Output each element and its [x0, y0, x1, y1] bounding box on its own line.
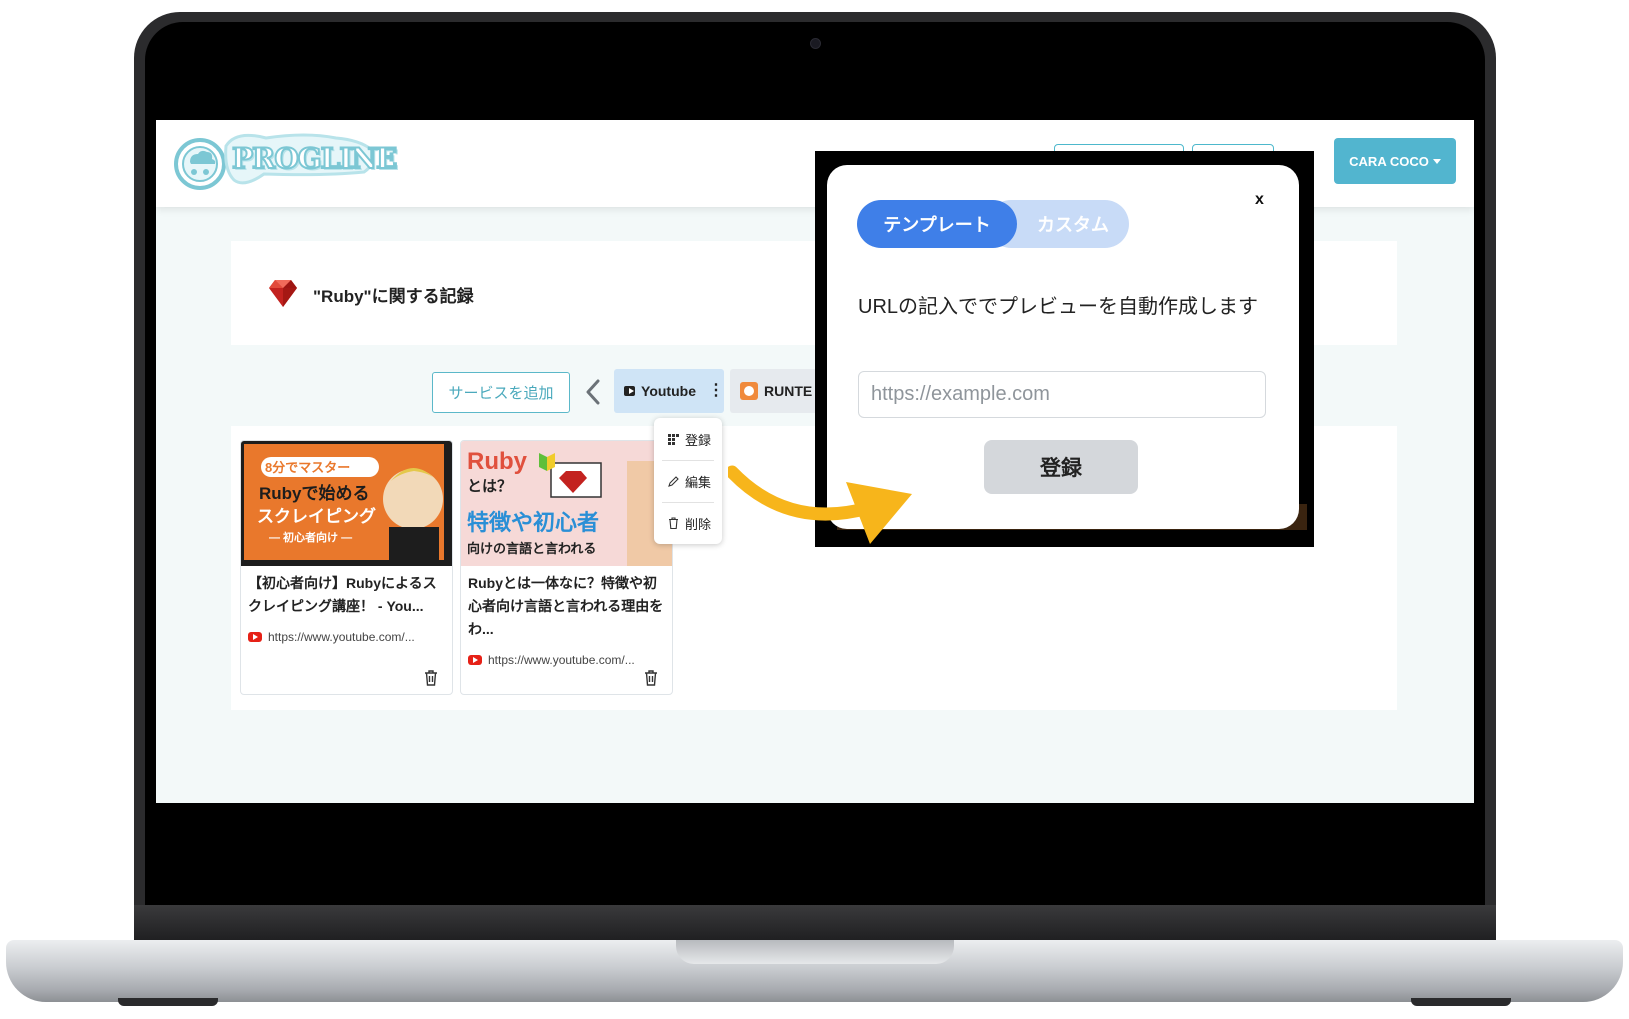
context-menu-item-edit[interactable]: 編集: [654, 460, 722, 502]
laptop-foot-left: [118, 998, 218, 1006]
video-title[interactable]: Rubyとは一体なに？特徴や初心者向け言語と言われる理由をわ...: [468, 572, 668, 641]
video-thumbnail: Ruby とは？ 特徴や初心者 向けの言語と言われる: [461, 441, 672, 566]
laptop-foot-right: [1411, 998, 1511, 1006]
thumb-big-text: 特徴や初心者: [467, 510, 599, 535]
modal-description: URLの記入ででプレビューを自動作成します: [858, 296, 1259, 318]
trackpad-notch: [676, 940, 954, 964]
video-url[interactable]: https://www.youtube.com/...: [248, 630, 415, 644]
user-menu-button[interactable]: CARA COCO: [1334, 138, 1456, 184]
context-menu-item-delete[interactable]: 削除: [654, 502, 722, 544]
video-url-text: https://www.youtube.com/...: [268, 630, 415, 644]
service-tab-runteq[interactable]: RUNTE: [730, 369, 820, 413]
thumb-line2-text: スクレイピング: [257, 506, 376, 526]
pointer-arrow-icon: [728, 465, 912, 544]
add-service-button[interactable]: サービスを追加: [432, 372, 570, 413]
pencil-icon: [668, 475, 679, 487]
context-menu-label: 登録: [685, 432, 712, 448]
service-tab-label: Youtube: [641, 383, 696, 399]
thumb-top-text: 8分でマスター: [265, 460, 350, 475]
camera-icon: [810, 38, 821, 49]
kebab-menu-icon[interactable]: ⋮: [708, 383, 724, 399]
laptop-hinge: [134, 905, 1496, 945]
trash-icon: [669, 517, 678, 529]
thumb-sub-text: とは？: [467, 478, 512, 495]
video-card[interactable]: 8分でマスター Rubyで始める スクレイピング ― 初心者向け ― 【初心者向…: [240, 440, 453, 695]
runteq-icon: [740, 382, 758, 400]
progline-logo[interactable]: PROGLINE: [174, 128, 398, 200]
tab-template[interactable]: テンプレート: [857, 200, 1017, 248]
video-url-text: https://www.youtube.com/...: [488, 653, 635, 667]
context-menu-label: 削除: [685, 516, 712, 532]
user-menu-label: CARA COCO: [1349, 153, 1429, 169]
trash-icon[interactable]: [424, 670, 438, 686]
video-thumbnail: 8分でマスター Rubyで始める スクレイピング ― 初心者向け ―: [241, 441, 452, 566]
youtube-icon: [248, 632, 262, 642]
context-menu-item-register[interactable]: 登録: [654, 418, 722, 460]
laptop-mockup: PROGLINE CARA COCO "Ruby"に関する記録 サービスを追加: [0, 0, 1629, 1019]
context-menu-label: 編集: [685, 474, 712, 490]
youtube-icon: [468, 655, 482, 665]
video-card[interactable]: Ruby とは？ 特徴や初心者 向けの言語と言われる Rubyとは一体なに？特徴…: [460, 440, 673, 695]
logo-text: PROGLINE: [231, 141, 398, 176]
grid-icon: [668, 433, 679, 445]
thumb-line3-text: ― 初心者向け ―: [269, 530, 352, 544]
caret-down-icon: [1432, 158, 1441, 164]
thumb-line1-text: Rubyで始める: [259, 483, 370, 503]
trash-icon[interactable]: [644, 670, 658, 686]
ruby-gem-icon: [269, 280, 297, 307]
thumb-word-text: Ruby: [467, 448, 528, 475]
page-title: "Ruby"に関する記録: [313, 287, 474, 306]
url-input[interactable]: [858, 371, 1266, 418]
register-button[interactable]: 登録: [984, 440, 1138, 494]
service-context-menu: 登録 編集 削除: [654, 418, 722, 544]
video-title[interactable]: 【初心者向け】Rubyによるスクレイピング講座！ - You...: [248, 572, 448, 618]
thumb-foot-text: 向けの言語と言われる: [467, 541, 596, 556]
video-url[interactable]: https://www.youtube.com/...: [468, 653, 635, 667]
service-tab-label: RUNTE: [764, 383, 813, 399]
modal-close-button[interactable]: x: [1255, 191, 1264, 209]
youtube-icon: [624, 386, 636, 396]
chevron-left-icon[interactable]: [580, 377, 606, 407]
service-tab-youtube[interactable]: Youtube ⋮: [614, 369, 724, 413]
